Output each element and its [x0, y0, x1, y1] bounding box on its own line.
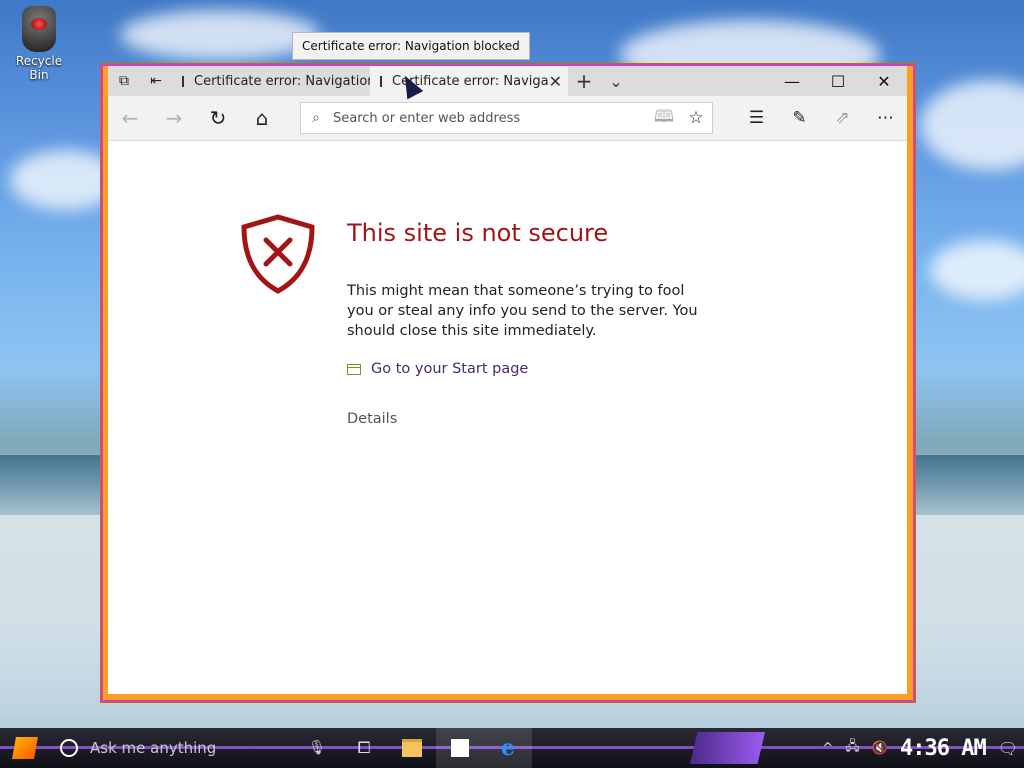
- cortana-icon: [60, 739, 78, 757]
- file-explorer-button[interactable]: [388, 728, 436, 768]
- navigation-toolbar: ← → ↻ ⌂ ⌕ 🕮 ☆ ☰ ✎ ⇗ ⋯: [108, 96, 907, 141]
- tab-label: Certificate error: Navigation: [194, 73, 376, 89]
- edge-button[interactable]: e: [484, 728, 532, 768]
- page-icon: [182, 75, 184, 87]
- error-description: This might mean that someone’s trying to…: [347, 283, 698, 339]
- cortana-search-box[interactable]: Ask me anything 🎙: [50, 728, 340, 768]
- browser-window: ⧉ ⇤ Certificate error: Navigation Certif…: [101, 64, 915, 702]
- tab-bar: ⧉ ⇤ Certificate error: Navigation Certif…: [108, 66, 907, 96]
- error-page: This site is not secure This might mean …: [108, 141, 907, 693]
- microphone-icon[interactable]: 🎙: [308, 740, 326, 756]
- start-logo-icon: [12, 737, 38, 759]
- chevron-down-icon[interactable]: ⌄: [600, 66, 632, 96]
- network-icon[interactable]: 🖧: [845, 737, 860, 759]
- action-center-icon[interactable]: 🗨: [998, 739, 1018, 758]
- page-icon: [380, 75, 382, 87]
- start-page-link[interactable]: Go to your Start page: [347, 361, 528, 377]
- folder-icon: [402, 739, 422, 757]
- recycle-bin-label: Recycle Bin: [15, 54, 63, 82]
- clock[interactable]: 4:36 AM: [900, 736, 987, 761]
- web-note-icon[interactable]: ✎: [778, 96, 821, 140]
- search-icon: ⌕: [312, 110, 320, 126]
- back-button[interactable]: ←: [108, 96, 152, 140]
- task-view-button[interactable]: ⧠: [340, 728, 388, 768]
- edge-icon: e: [501, 735, 515, 761]
- address-input[interactable]: [331, 109, 648, 127]
- address-bar[interactable]: ⌕ 🕮 ☆: [300, 102, 713, 134]
- error-heading: This site is not secure: [347, 219, 609, 247]
- details-link[interactable]: Details: [347, 411, 397, 427]
- tabs-aside-icon[interactable]: ⧉: [108, 66, 140, 96]
- recycle-bin-icon[interactable]: Recycle Bin: [8, 6, 70, 82]
- tab-certificate-error-1[interactable]: Certificate error: Navigation: [172, 66, 376, 96]
- share-icon[interactable]: ⇗: [821, 96, 864, 140]
- home-button[interactable]: ⌂: [240, 96, 284, 140]
- show-hidden-icons-icon[interactable]: ^: [822, 741, 833, 756]
- forward-button[interactable]: →: [152, 96, 196, 140]
- volume-muted-icon[interactable]: 🔇: [872, 741, 888, 756]
- maximize-button[interactable]: ☐: [815, 66, 861, 96]
- new-tab-button[interactable]: +: [568, 66, 600, 96]
- favorites-hub-icon[interactable]: ☰: [735, 96, 778, 140]
- start-page-link-label: Go to your Start page: [371, 361, 529, 377]
- shield-error-icon: [241, 214, 315, 294]
- minimize-button[interactable]: —: [769, 66, 815, 96]
- page-icon: [347, 363, 361, 375]
- close-tab-icon[interactable]: ✕: [549, 72, 562, 91]
- refresh-button[interactable]: ↻: [196, 96, 240, 140]
- taskbar-decoration: [690, 732, 765, 764]
- close-window-button[interactable]: ✕: [861, 66, 907, 96]
- search-placeholder: Ask me anything: [90, 739, 217, 757]
- set-tabs-aside-icon[interactable]: ⇤: [140, 66, 172, 96]
- store-icon: [451, 739, 469, 757]
- tab-tooltip: Certificate error: Navigation blocked: [292, 32, 530, 60]
- browser-inner: ⧉ ⇤ Certificate error: Navigation Certif…: [108, 66, 907, 694]
- taskbar: Ask me anything 🎙 ⧠ e ^ 🖧 🔇 4:36 AM 🗨: [0, 728, 1024, 768]
- store-button[interactable]: [436, 728, 484, 768]
- start-button[interactable]: [0, 728, 50, 768]
- trash-icon: [22, 6, 56, 52]
- more-actions-icon[interactable]: ⋯: [864, 96, 907, 140]
- favorite-star-icon[interactable]: ☆: [680, 108, 712, 128]
- reading-view-icon[interactable]: 🕮: [648, 104, 680, 133]
- system-tray: ^ 🖧 🔇 4:36 AM 🗨: [816, 728, 1024, 768]
